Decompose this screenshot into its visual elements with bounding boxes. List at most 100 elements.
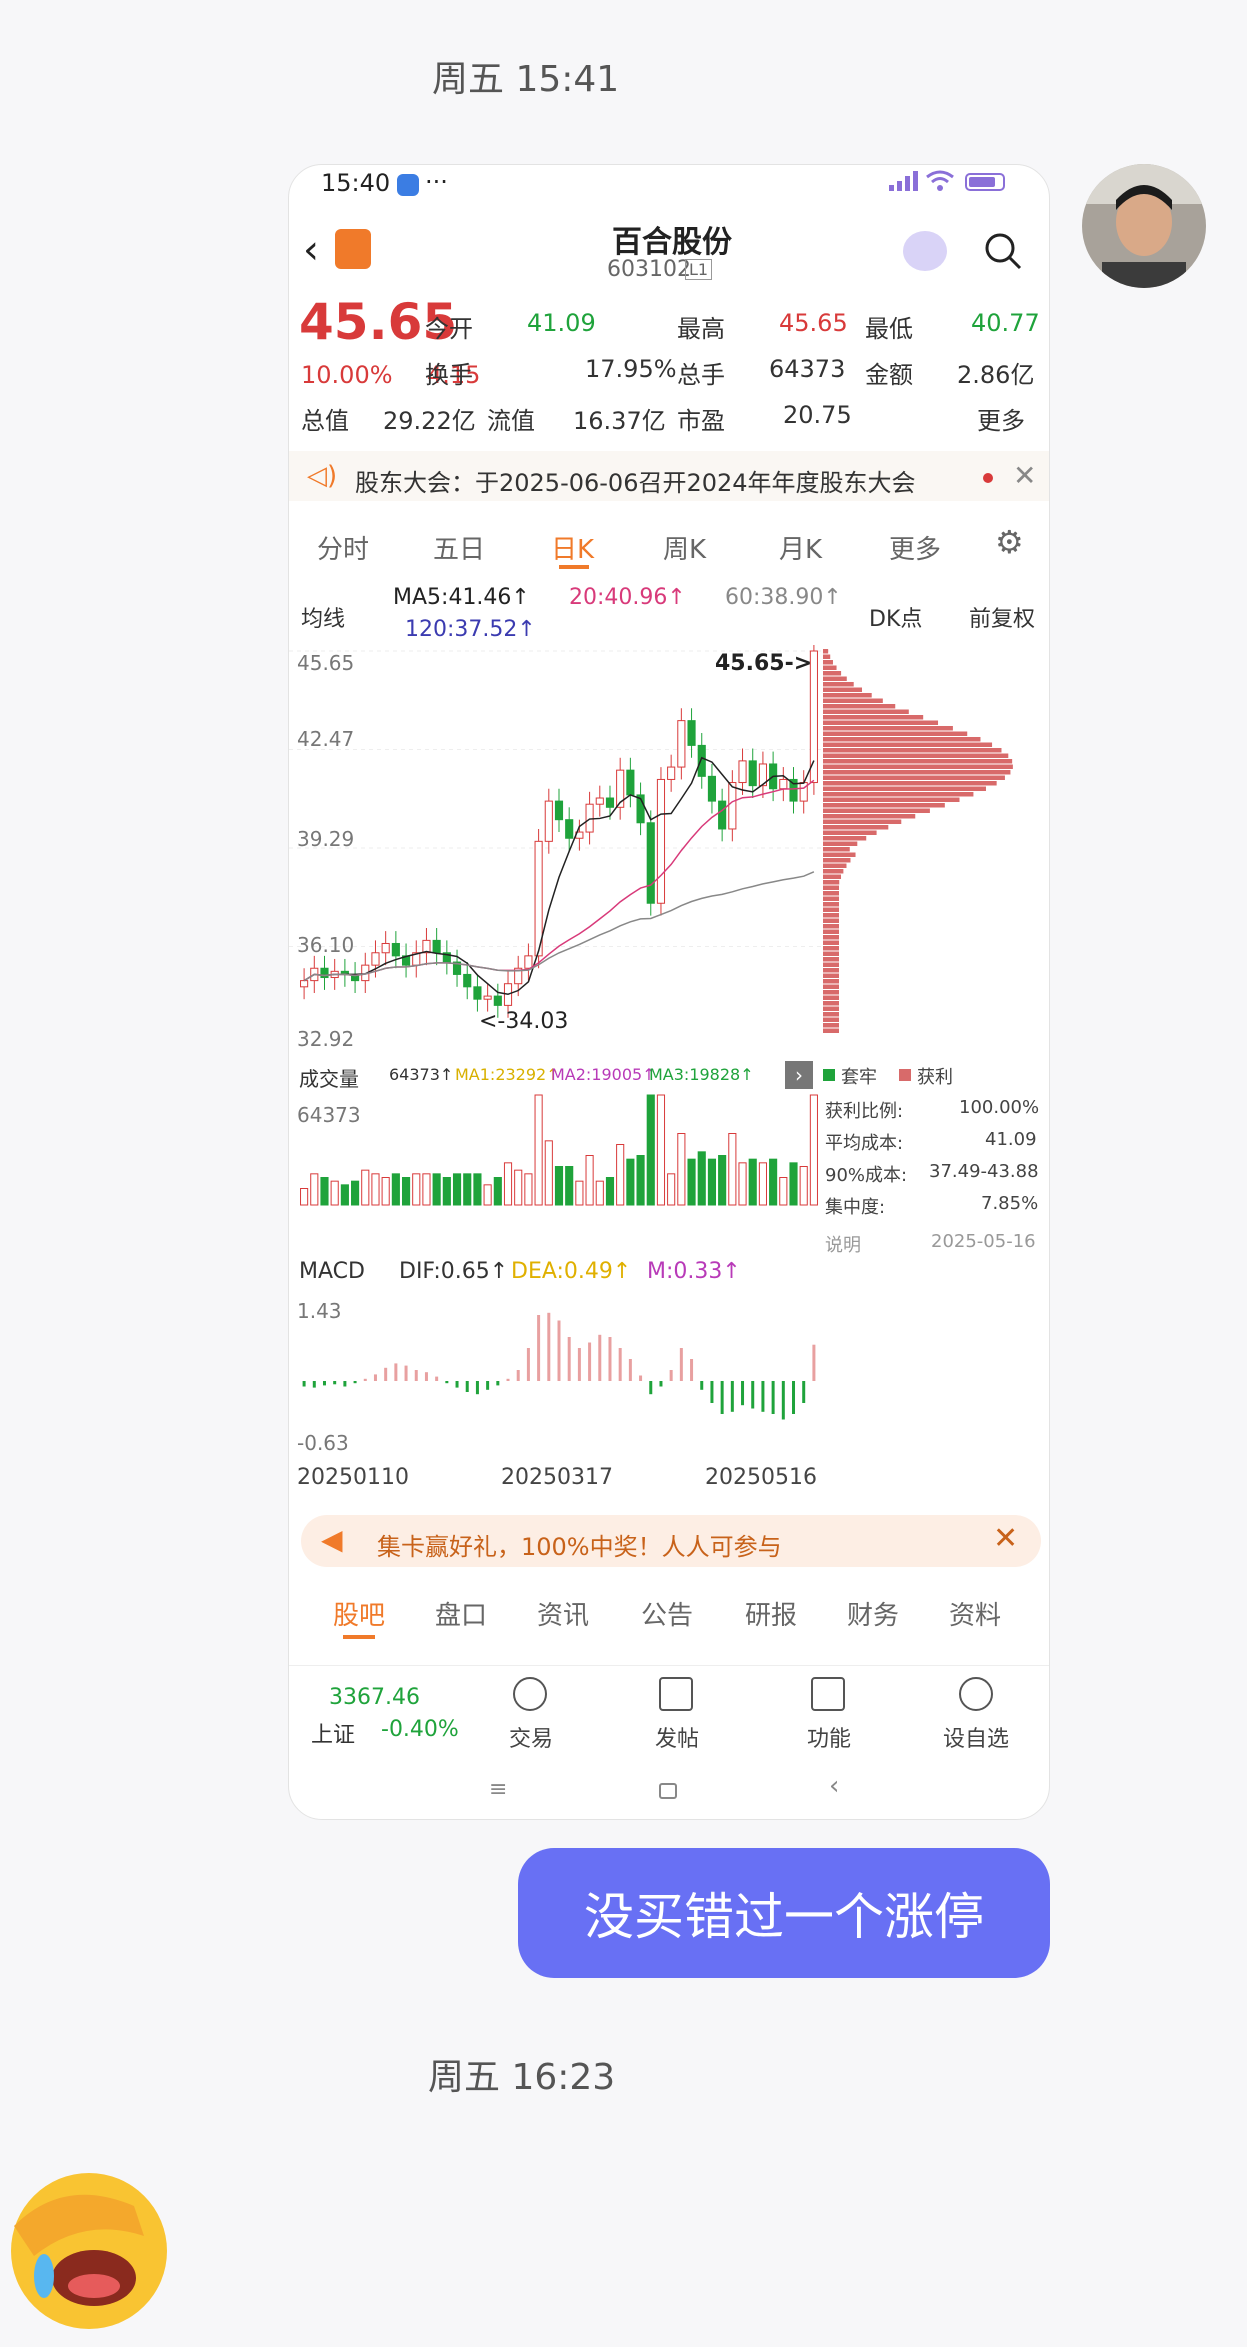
back-icon[interactable]: ‹ [303, 227, 319, 273]
macd-bar [363, 1378, 367, 1381]
chip-bar [823, 693, 872, 698]
signal-icon [889, 171, 919, 191]
quote-value: 29.22亿 [383, 407, 476, 435]
chip-stat-value: 100.00% [959, 1097, 1040, 1118]
speaker-icon: ◁) [307, 461, 338, 491]
macd-bar [649, 1381, 653, 1395]
tab-news[interactable]: 资讯 [537, 1595, 589, 1632]
tab-pankou[interactable]: 盘口 [435, 1595, 487, 1632]
macd-label[interactable]: MACD [299, 1259, 365, 1284]
post-icon[interactable] [659, 1677, 693, 1711]
tab-announcement[interactable]: 公告 [641, 1595, 693, 1632]
macd-bar [465, 1381, 469, 1392]
candle [381, 942, 390, 954]
date-label: 20250110 [297, 1465, 409, 1490]
volume-label[interactable]: 成交量 [299, 1063, 359, 1092]
close-icon[interactable]: ✕ [1013, 459, 1036, 492]
chip-distribution[interactable] [823, 649, 1049, 1049]
tab-weekly-k[interactable]: 周K [663, 529, 706, 566]
toolbar-post[interactable]: 发帖 [655, 1721, 699, 1753]
macd-bar [781, 1381, 785, 1420]
tab-monthly-k[interactable]: 月K [779, 529, 822, 566]
tab-finance[interactable]: 财务 [847, 1595, 899, 1632]
macd-bar [557, 1320, 561, 1381]
quote-value: 40.77 [971, 309, 1040, 337]
toolbar-add-watchlist[interactable]: 设自选 [943, 1721, 1009, 1753]
macd-bar [690, 1359, 694, 1381]
search-icon[interactable] [983, 231, 1022, 270]
tab-guba[interactable]: 股吧 [333, 1595, 385, 1632]
chip-bar [823, 654, 831, 659]
kline-chart[interactable] [289, 645, 829, 1225]
volume-bar [769, 1158, 778, 1206]
more-icon[interactable] [959, 1677, 993, 1711]
chip-bar [823, 863, 847, 868]
macd-bar [455, 1381, 459, 1388]
tab-profile[interactable]: 资料 [949, 1595, 1001, 1632]
candle [554, 800, 564, 821]
volume-ma2: MA2:19005↑ [551, 1065, 656, 1084]
tab-five-day[interactable]: 五日 [433, 529, 485, 566]
chip-bar [823, 715, 924, 720]
status-time: 15:40 [321, 169, 391, 197]
chip-bar [823, 676, 847, 681]
candle [432, 939, 441, 954]
volume-bar [544, 1140, 553, 1206]
chip-bar [823, 1006, 839, 1011]
more-quote-button[interactable]: 更多 [977, 401, 1025, 436]
volume-bar [595, 1180, 604, 1206]
message-bubble[interactable]: 没买错过一个涨停 [518, 1848, 1050, 1978]
quote-label: 金额 [865, 361, 913, 389]
gear-icon[interactable]: ⚙ [995, 523, 1024, 561]
chip-stat-value: 37.49-43.88 [929, 1161, 1039, 1182]
chip-bar [823, 929, 839, 934]
volume-bar [300, 1188, 309, 1206]
quote-value: 16.37亿 [573, 407, 666, 435]
chip-note-link[interactable]: 说明 [825, 1231, 861, 1257]
level-badge[interactable]: L1 [685, 259, 713, 280]
app-logo[interactable] [335, 229, 371, 269]
ma-select[interactable]: 均线 [301, 601, 345, 633]
stock-name: 百合股份 [612, 225, 732, 260]
candle [667, 766, 676, 780]
volume-bar [452, 1173, 462, 1206]
grid-icon[interactable] [811, 1677, 845, 1711]
chip-bar [823, 792, 974, 797]
toolbar-trade[interactable]: 交易 [509, 1721, 553, 1753]
candle [605, 797, 615, 808]
quote-label: 总值 [301, 407, 349, 435]
adjust-select[interactable]: 前复权 [969, 601, 1035, 633]
macd-chart[interactable] [289, 1291, 829, 1461]
chip-legend-trapped: 套牢 [841, 1067, 877, 1088]
tab-intraday[interactable]: 分时 [317, 529, 369, 566]
low-price-tag: <-34.03 [479, 1009, 569, 1034]
volume-bar [483, 1184, 492, 1206]
chip-bar [823, 1017, 839, 1022]
wifi-icon [925, 169, 955, 193]
candle [473, 986, 482, 1000]
robot-assistant-icon[interactable] [903, 231, 947, 271]
promo-close-icon[interactable]: ✕ [993, 1521, 1018, 1556]
dk-point-toggle[interactable]: DK点 [869, 601, 922, 633]
chip-stat-label: 90%成本: [825, 1165, 908, 1186]
chip-bar [823, 924, 839, 929]
avatar[interactable] [1082, 164, 1206, 288]
trade-icon[interactable] [513, 1677, 547, 1711]
macd-bar [761, 1381, 765, 1412]
tab-research[interactable]: 研报 [745, 1595, 797, 1632]
volume-bar [310, 1173, 319, 1206]
volume-bar [412, 1173, 421, 1206]
volume-bar [626, 1158, 635, 1206]
tab-daily-k[interactable]: 日K [551, 529, 594, 566]
tab-more[interactable]: 更多 [889, 529, 941, 566]
toolbar-functions[interactable]: 功能 [807, 1721, 851, 1753]
chip-bar [823, 770, 1011, 775]
volume-bar [432, 1173, 441, 1206]
expand-panel-button[interactable]: › [785, 1061, 813, 1089]
facepalm-emoji[interactable] [4, 2166, 174, 2336]
menu-icon[interactable]: ≡ [489, 1777, 507, 1802]
macd-bar [751, 1381, 755, 1409]
quote-value: 17.95% [585, 355, 677, 383]
home-icon[interactable] [659, 1783, 677, 1799]
back-nav-icon[interactable]: ‹ [829, 1771, 839, 1801]
